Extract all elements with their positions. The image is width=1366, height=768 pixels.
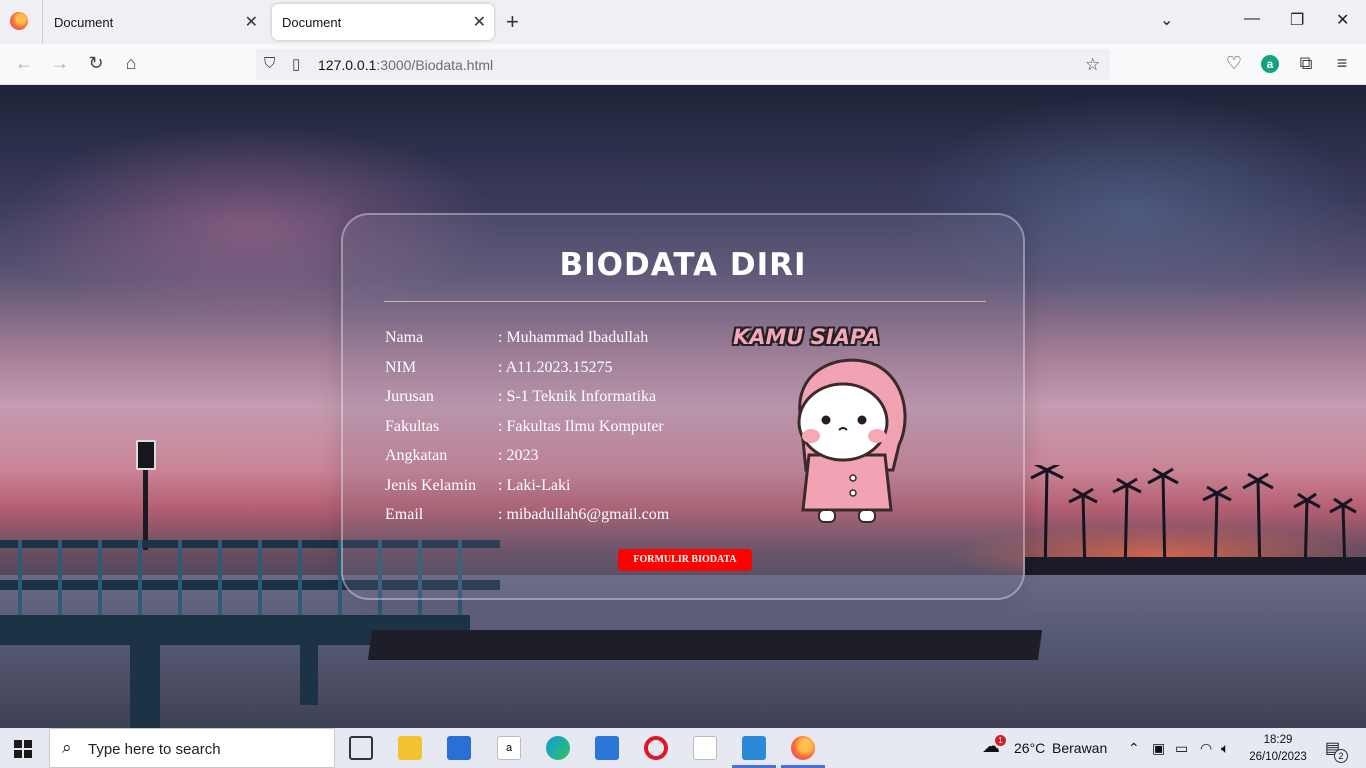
clock[interactable]: 18:29 26/10/2023 [1246,732,1310,766]
weather-description[interactable]: Berawan [1052,740,1107,756]
search-icon: ⌕ [62,738,72,757]
vscode-icon[interactable] [742,736,766,760]
tab-separator [42,0,43,44]
shield-icon[interactable]: ⛉ [264,55,275,72]
search-placeholder: Type here to search [88,741,221,758]
menu-icon[interactable]: ≡ [1331,53,1353,74]
formulir-biodata-button[interactable]: FORMULIR BIODATA [618,549,752,571]
field-value: : 2023 [498,447,539,464]
palm-trees-silhouette [1025,465,1366,575]
tab-label: Document [282,14,342,30]
minimize-icon[interactable]: — [1244,10,1260,28]
list-item: NIM : A11.2023.15275 [385,357,715,387]
device-icon[interactable]: ▣ [1152,740,1165,757]
list-item: Jurusan : S-1 Teknik Informatika [385,386,715,416]
notification-count-badge: 2 [1334,749,1348,763]
url-host: 127.0.0.1 [318,57,377,73]
tab-document-1[interactable]: Document ✕ [44,4,266,40]
card-title: BIODATA DIRI [559,247,807,283]
pocket-icon[interactable]: ♡ [1223,53,1245,74]
page-icon: ▯ [292,56,301,73]
url-path: :3000/Biodata.html [376,57,494,73]
field-value: : mibadullah6@gmail.com [498,506,670,523]
window-close-icon[interactable]: ✕ [1336,10,1349,30]
battery-icon[interactable]: ▭ [1175,740,1188,757]
dock-silhouette [367,630,1043,660]
microsoft-store-icon[interactable] [447,736,471,760]
weather-temperature[interactable]: 26°C [1014,740,1045,756]
field-label: NIM [385,358,417,376]
field-value: : Muhammad Ibadullah [498,329,649,346]
new-tab-icon[interactable]: + [506,9,519,35]
taskbar-search-input[interactable]: ⌕ Type here to search [49,728,335,768]
close-icon[interactable]: ✕ [473,12,486,32]
list-item: Email : mibadullah6@gmail.com [385,504,715,534]
bookmark-star-icon[interactable]: ☆ [1085,55,1100,75]
list-all-tabs-icon[interactable]: ⌄ [1160,10,1173,30]
edge-icon[interactable] [546,736,570,760]
page-background: BIODATA DIRI Nama : Muhammad Ibadullah N… [0,85,1366,728]
tab-document-2[interactable]: Document ✕ [272,4,494,40]
field-label: Angkatan [385,447,448,464]
extensions-icon[interactable]: ⧉ [1295,53,1317,74]
task-view-icon[interactable] [349,736,373,760]
list-item: Fakultas : Fakultas Ilmu Komputer [385,416,715,446]
file-explorer-icon[interactable] [398,736,422,760]
opera-icon[interactable] [644,736,668,760]
amazon-icon[interactable]: a [497,736,521,760]
field-value: : Fakultas Ilmu Komputer [498,417,664,435]
field-label: Email [385,506,424,523]
sticker-caption: KAMU SIAPA [733,325,880,349]
field-label: Fakultas [385,417,440,435]
field-value: : S-1 Teknik Informatika [498,388,657,405]
url-text[interactable]: 127.0.0.1:3000/Biodata.html [318,57,493,73]
clock-time: 18:29 [1263,734,1293,746]
weather-alert-badge: 1 [995,735,1006,746]
close-icon[interactable]: ✕ [245,12,258,32]
url-bar[interactable]: ⛉ ▯ 127.0.0.1:3000/Biodata.html ☆ [256,49,1110,80]
navigation-toolbar: ← → ↻ ⌂ ⛉ ▯ 127.0.0.1:3000/Biodata.html … [0,44,1366,85]
biodata-list: Nama : Muhammad Ibadullah NIM : A11.2023… [385,327,715,534]
list-item: Angkatan : 2023 [385,445,715,475]
windows-start-icon[interactable] [14,740,32,758]
mail-icon[interactable] [595,736,619,760]
wifi-icon[interactable]: ◠ [1200,740,1212,757]
no-entry-sign [136,440,156,470]
windows-taskbar: ⌕ Type here to search a ☁ 1 26°C Berawan… [0,728,1366,768]
tab-bar: Document ✕ Document ✕ + ⌄ — ❐ ✕ [0,0,1366,44]
divider [384,301,986,302]
field-label: Jurusan [385,388,434,405]
notepad-icon[interactable] [693,736,717,760]
field-value: : Laki-Laki [498,476,571,494]
biodata-card: BIODATA DIRI Nama : Muhammad Ibadullah N… [341,213,1025,600]
field-label: Nama [385,329,424,346]
firefox-taskbar-icon[interactable] [791,736,815,760]
home-icon[interactable]: ⌂ [120,53,142,74]
show-hidden-icons-chevron-icon[interactable]: ⌃ [1128,740,1140,757]
list-item: Jenis Kelamin : Laki-Laki [385,475,715,505]
forward-icon[interactable]: → [49,53,71,74]
back-icon[interactable]: ← [13,53,35,74]
restore-icon[interactable]: ❐ [1290,10,1304,30]
sign-pole [143,470,148,550]
reload-icon[interactable]: ↻ [85,53,107,74]
field-value: : A11.2023.15275 [498,358,613,376]
tab-label: Document [54,14,114,30]
cute-hooded-character-sticker [797,358,907,523]
field-label: Jenis Kelamin [385,476,477,494]
volume-icon[interactable]: 🔈︎ [1221,740,1229,757]
clock-date: 26/10/2023 [1249,751,1307,763]
list-item: Nama : Muhammad Ibadullah [385,327,715,357]
extension-a-icon[interactable]: a [1261,55,1279,73]
firefox-icon[interactable] [10,12,28,30]
